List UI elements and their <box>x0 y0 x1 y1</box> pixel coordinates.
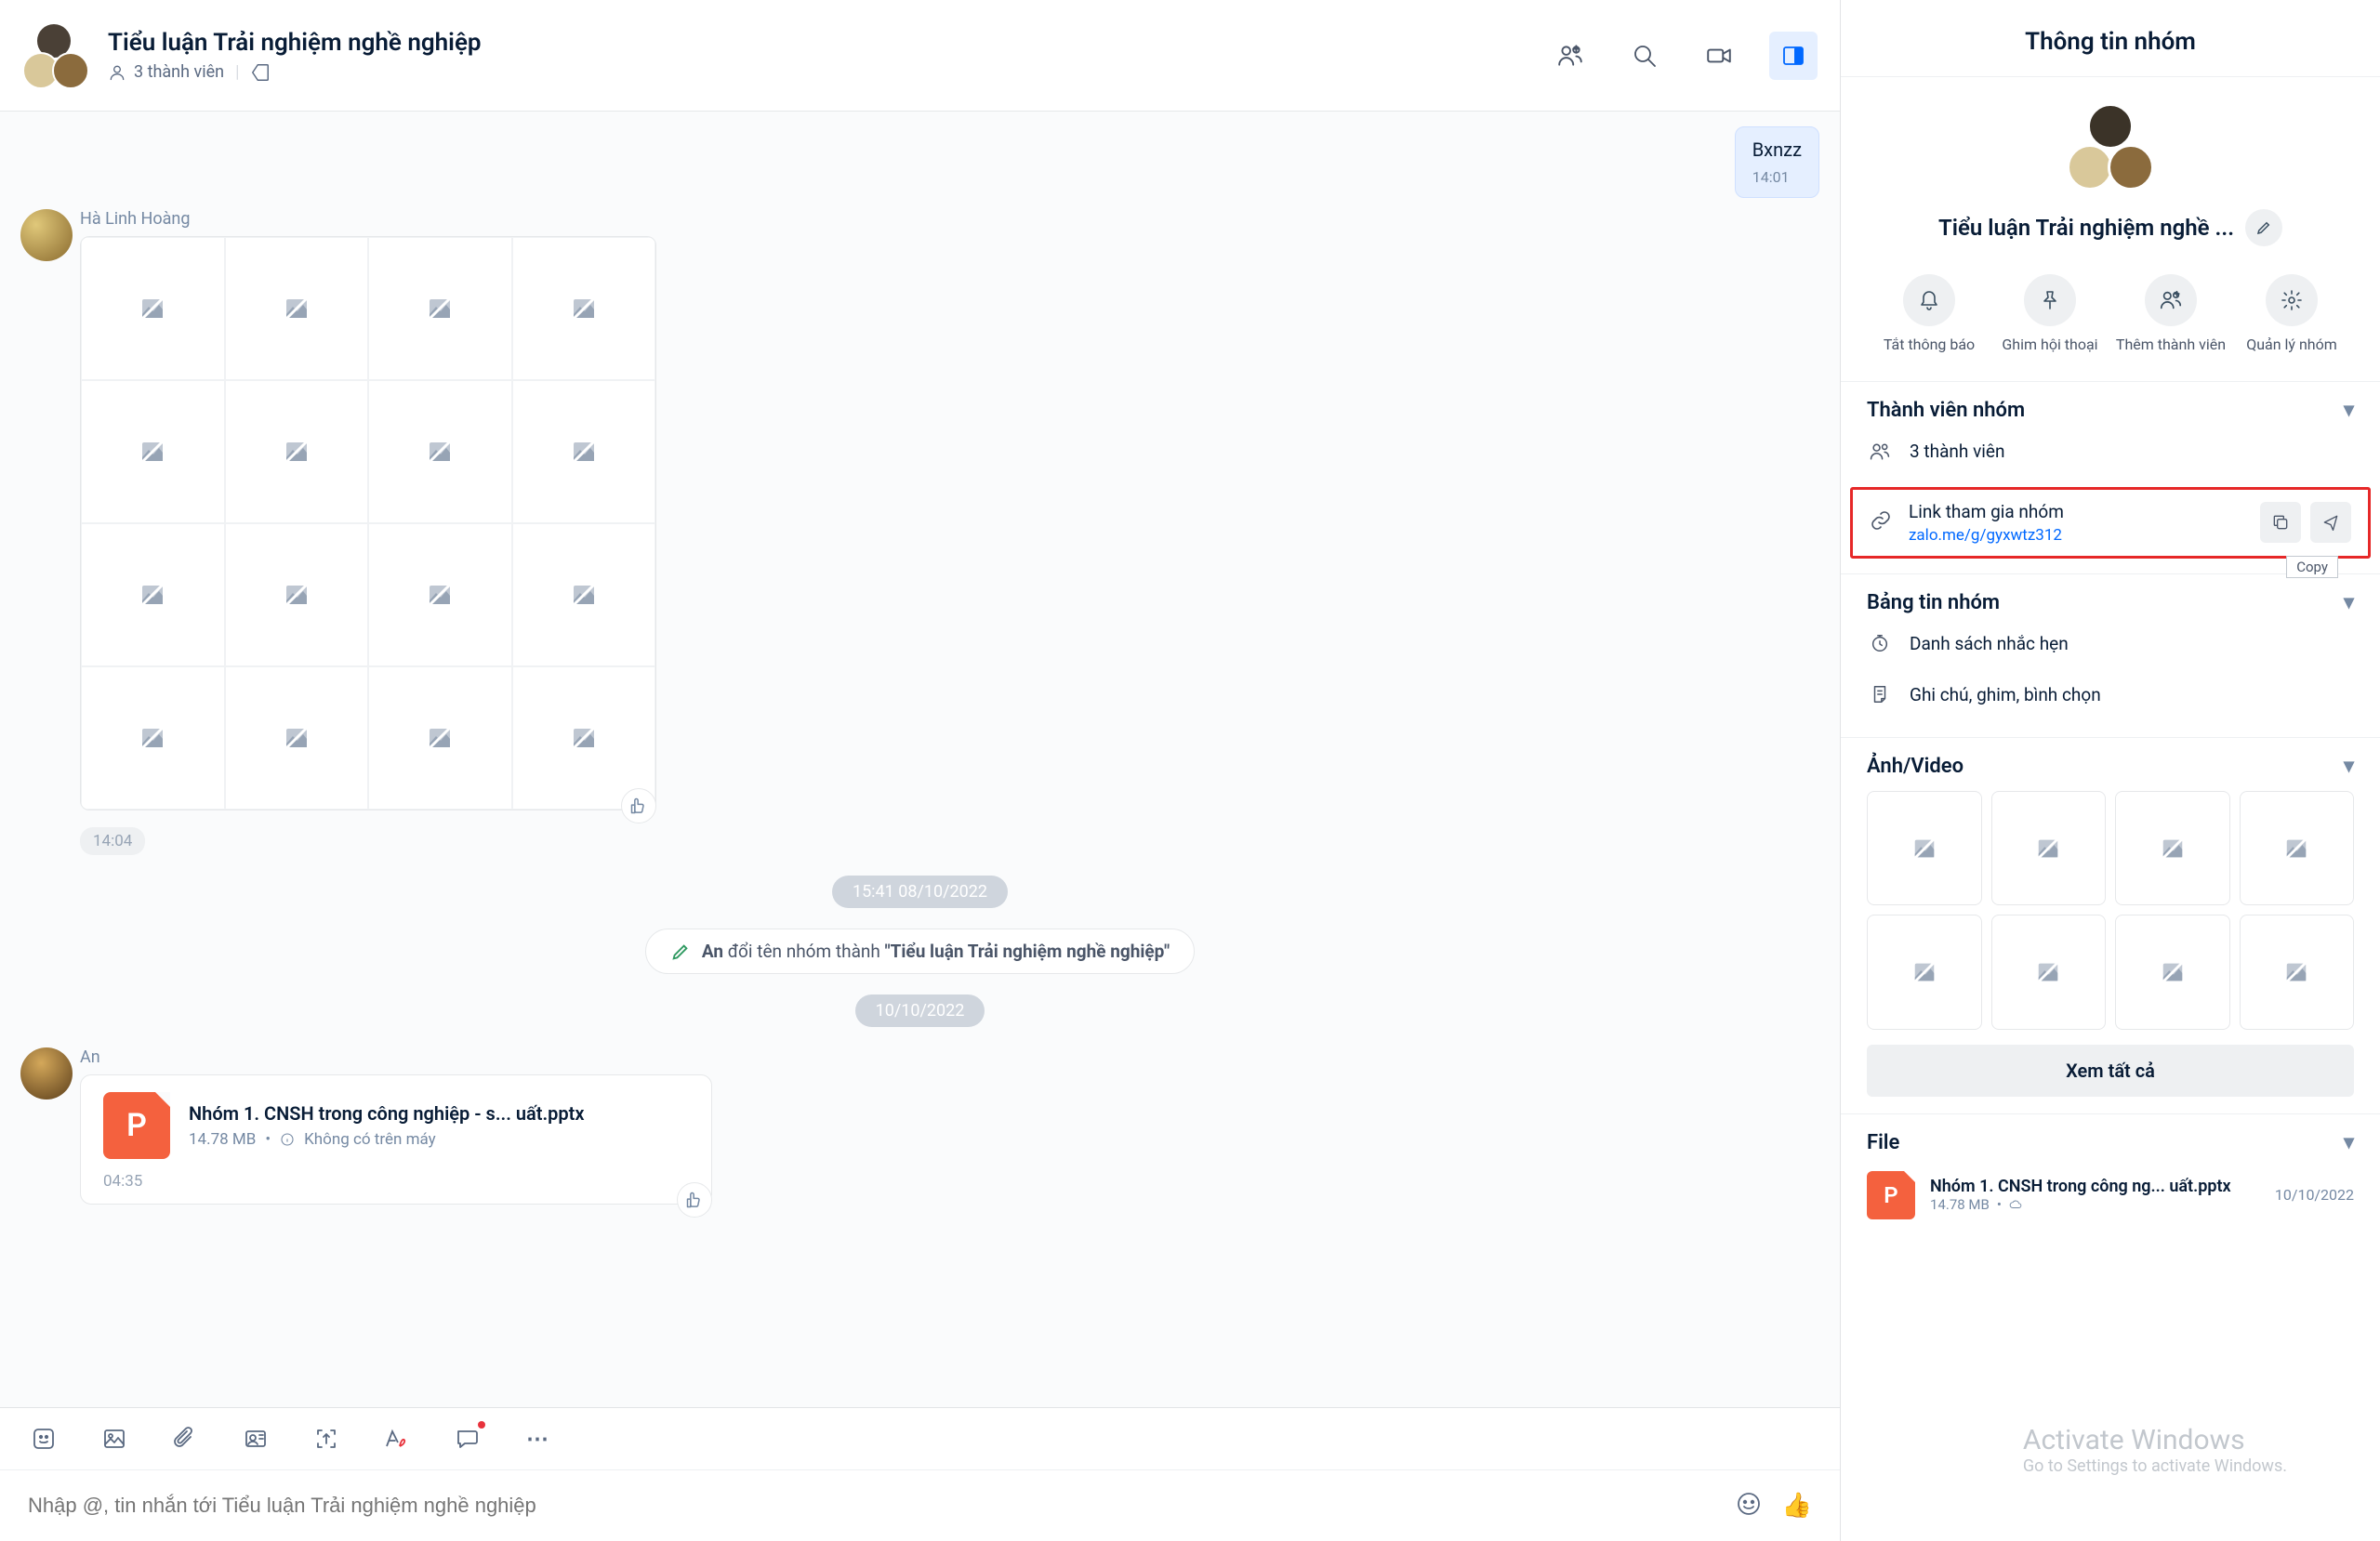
image-thumbnail[interactable] <box>225 666 369 810</box>
image-thumbnail[interactable] <box>225 237 369 380</box>
copy-link-button[interactable] <box>2260 502 2301 543</box>
image-thumbnail[interactable] <box>512 380 656 523</box>
chevron-down-icon: ▾ <box>2344 399 2354 422</box>
info-icon <box>280 1132 295 1147</box>
attachment-button[interactable] <box>169 1423 201 1455</box>
media-section-header[interactable]: Ảnh/Video ▾ <box>1867 755 2354 778</box>
sender-name: Hà Linh Hoàng <box>80 209 1819 229</box>
pin-conversation-button[interactable]: Ghim hội thoại <box>1994 274 2106 355</box>
file-list-item[interactable]: P Nhóm 1. CNSH trong công ng... uất.pptx… <box>1867 1158 2354 1219</box>
powerpoint-file-icon: P <box>1867 1171 1915 1219</box>
edit-group-name-button[interactable] <box>2245 209 2282 246</box>
invite-link-row: Link tham gia nhóm zalo.me/g/gyxwtz312 C… <box>1850 487 2371 559</box>
outgoing-message[interactable]: Bxnzz 14:01 <box>1735 126 1819 198</box>
media-thumbnail[interactable] <box>1867 915 1982 1030</box>
sticker-button[interactable] <box>28 1423 60 1455</box>
video-call-button[interactable] <box>1695 32 1743 80</box>
board-section-header[interactable]: Bảng tin nhóm ▾ <box>1867 591 2354 614</box>
reaction-button[interactable] <box>621 788 656 823</box>
image-thumbnail[interactable] <box>368 380 512 523</box>
sender-avatar[interactable] <box>20 1047 73 1100</box>
screenshot-button[interactable] <box>311 1423 342 1455</box>
image-grid-message[interactable] <box>80 236 656 810</box>
file-size: 14.78 MB <box>189 1130 256 1149</box>
sender-avatar[interactable] <box>20 209 73 261</box>
image-thumbnail[interactable] <box>368 523 512 666</box>
message-time: 14:01 <box>1752 168 1802 186</box>
group-avatar-large[interactable] <box>2067 103 2154 191</box>
add-member-button[interactable] <box>1546 32 1594 80</box>
chevron-down-icon: ▾ <box>2344 591 2354 614</box>
members-section-header[interactable]: Thành viên nhóm ▾ <box>1867 399 2354 422</box>
toggle-sidebar-button[interactable] <box>1769 32 1818 80</box>
group-name: Tiểu luận Trải nghiệm nghề ... <box>1938 215 2234 241</box>
image-thumbnail[interactable] <box>81 523 225 666</box>
media-thumbnail[interactable] <box>1991 915 2107 1030</box>
media-thumbnail[interactable] <box>2240 791 2355 906</box>
chat-message-list: Bxnzz 14:01 Hà Linh Hoàng <box>0 112 1840 1407</box>
date-divider: 10/10/2022 <box>855 994 985 1027</box>
image-thumbnail[interactable] <box>368 666 512 810</box>
mute-notifications-button[interactable]: Tắt thông báo <box>1873 274 1985 355</box>
sidebar-title: Thông tin nhóm <box>1841 0 2380 77</box>
contact-card-button[interactable] <box>240 1423 271 1455</box>
invite-link-label: Link tham gia nhóm <box>1909 501 2243 522</box>
image-thumbnail[interactable] <box>81 380 225 523</box>
see-all-media-button[interactable]: Xem tất cả <box>1867 1045 2354 1097</box>
file-status: Không có trên máy <box>304 1130 436 1149</box>
media-thumbnail[interactable] <box>1991 791 2107 906</box>
file-name: Nhóm 1. CNSH trong công nghiệp - s... uấ… <box>189 1102 689 1125</box>
edit-icon <box>670 942 691 962</box>
chevron-down-icon: ▾ <box>2344 1131 2354 1154</box>
media-thumbnail[interactable] <box>1867 791 1982 906</box>
media-thumbnail[interactable] <box>2240 915 2355 1030</box>
copy-tooltip: Copy <box>2286 556 2338 578</box>
file-size: 14.78 MB <box>1930 1196 1990 1213</box>
notes-row[interactable]: Ghi chú, ghim, bình chọn <box>1867 669 2354 720</box>
add-members-button[interactable]: Thêm thành viên <box>2115 274 2227 355</box>
reminders-row[interactable]: Danh sách nhắc hẹn <box>1867 618 2354 669</box>
chevron-down-icon: ▾ <box>2344 755 2354 778</box>
image-thumbnail[interactable] <box>368 237 512 380</box>
system-message: An đổi tên nhóm thành "Tiểu luận Trải ng… <box>645 929 1195 974</box>
image-thumbnail[interactable] <box>81 666 225 810</box>
message-input[interactable] <box>28 1494 1736 1518</box>
composer: ⋯ 👍 <box>0 1407 1840 1541</box>
search-button[interactable] <box>1620 32 1669 80</box>
quick-like-button[interactable]: 👍 <box>1782 1492 1812 1520</box>
file-name: Nhóm 1. CNSH trong công ng... uất.pptx <box>1930 1177 2260 1196</box>
emoji-button[interactable] <box>1736 1491 1762 1521</box>
powerpoint-file-icon: P <box>103 1092 170 1159</box>
image-thumbnail[interactable] <box>512 237 656 380</box>
manage-group-button[interactable]: Quản lý nhóm <box>2236 274 2347 355</box>
message-text: Bxnzz <box>1752 138 1802 161</box>
media-thumbnail[interactable] <box>2115 791 2230 906</box>
member-count-row[interactable]: 3 thành viên <box>1867 426 2354 478</box>
image-thumbnail[interactable] <box>225 523 369 666</box>
date-divider: 15:41 08/10/2022 <box>832 876 1008 908</box>
member-count[interactable]: 3 thành viên <box>134 62 224 82</box>
more-button[interactable]: ⋯ <box>522 1423 554 1455</box>
cloud-icon <box>2009 1198 2022 1211</box>
invite-link-url[interactable]: zalo.me/g/gyxwtz312 <box>1909 526 2243 545</box>
chat-title: Tiểu luận Trải nghiệm nghề nghiệp <box>108 29 1546 57</box>
image-button[interactable] <box>99 1423 130 1455</box>
reaction-button[interactable] <box>677 1182 712 1218</box>
file-date: 10/10/2022 <box>2275 1186 2354 1204</box>
format-button[interactable] <box>381 1423 413 1455</box>
share-link-button[interactable] <box>2310 502 2351 543</box>
image-thumbnail[interactable] <box>225 380 369 523</box>
message-time: 14:04 <box>80 827 145 855</box>
image-thumbnail[interactable] <box>81 237 225 380</box>
members-icon <box>108 63 126 82</box>
sender-name: An <box>80 1047 1819 1067</box>
media-thumbnail[interactable] <box>2115 915 2230 1030</box>
chat-header: Tiểu luận Trải nghiệm nghề nghiệp 3 thàn… <box>0 0 1840 112</box>
files-section-header[interactable]: File ▾ <box>1867 1131 2354 1154</box>
image-thumbnail[interactable] <box>512 523 656 666</box>
info-sidebar: Thông tin nhóm Tiểu luận Trải nghiệm ngh… <box>1841 0 2380 1541</box>
tag-icon[interactable] <box>250 62 271 83</box>
group-avatar[interactable] <box>22 22 89 89</box>
priority-message-button[interactable] <box>452 1423 483 1455</box>
